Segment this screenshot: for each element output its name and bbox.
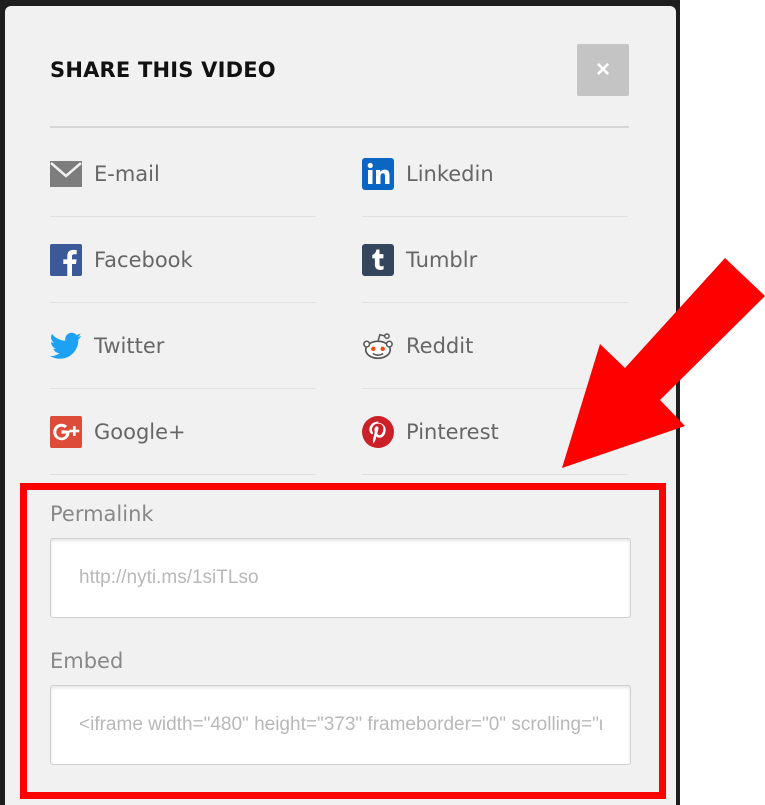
embed-input[interactable] (50, 685, 631, 765)
close-icon: × (595, 56, 610, 83)
facebook-icon (50, 243, 82, 276)
pinterest-icon (362, 415, 394, 448)
share-reddit-label: Reddit (406, 333, 474, 358)
dialog-title: SHARE THIS VIDEO (50, 58, 276, 82)
annotation-arrow (562, 258, 765, 468)
share-tumblr-label: Tumblr (406, 247, 478, 272)
linkedin-icon (362, 157, 394, 190)
embed-label: Embed (50, 649, 124, 673)
permalink-label: Permalink (50, 502, 154, 526)
share-twitter[interactable]: Twitter (50, 303, 316, 389)
twitter-icon (50, 330, 82, 362)
share-google-plus-label: Google+ (94, 419, 186, 444)
close-button[interactable]: × (577, 44, 629, 96)
share-twitter-label: Twitter (94, 333, 165, 358)
reddit-icon (362, 330, 394, 362)
tumblr-icon (362, 243, 394, 276)
share-facebook-label: Facebook (94, 247, 193, 272)
share-pinterest-label: Pinterest (406, 419, 499, 444)
email-icon (50, 158, 82, 190)
share-email-label: E-mail (94, 161, 160, 186)
share-facebook[interactable]: Facebook (50, 217, 316, 303)
title-divider (50, 126, 629, 128)
share-linkedin[interactable]: Linkedin (362, 131, 628, 217)
share-email[interactable]: E-mail (50, 131, 316, 217)
google-plus-icon (50, 415, 82, 448)
permalink-input[interactable] (50, 538, 631, 618)
share-google-plus[interactable]: Google+ (50, 389, 316, 475)
share-linkedin-label: Linkedin (406, 161, 494, 186)
